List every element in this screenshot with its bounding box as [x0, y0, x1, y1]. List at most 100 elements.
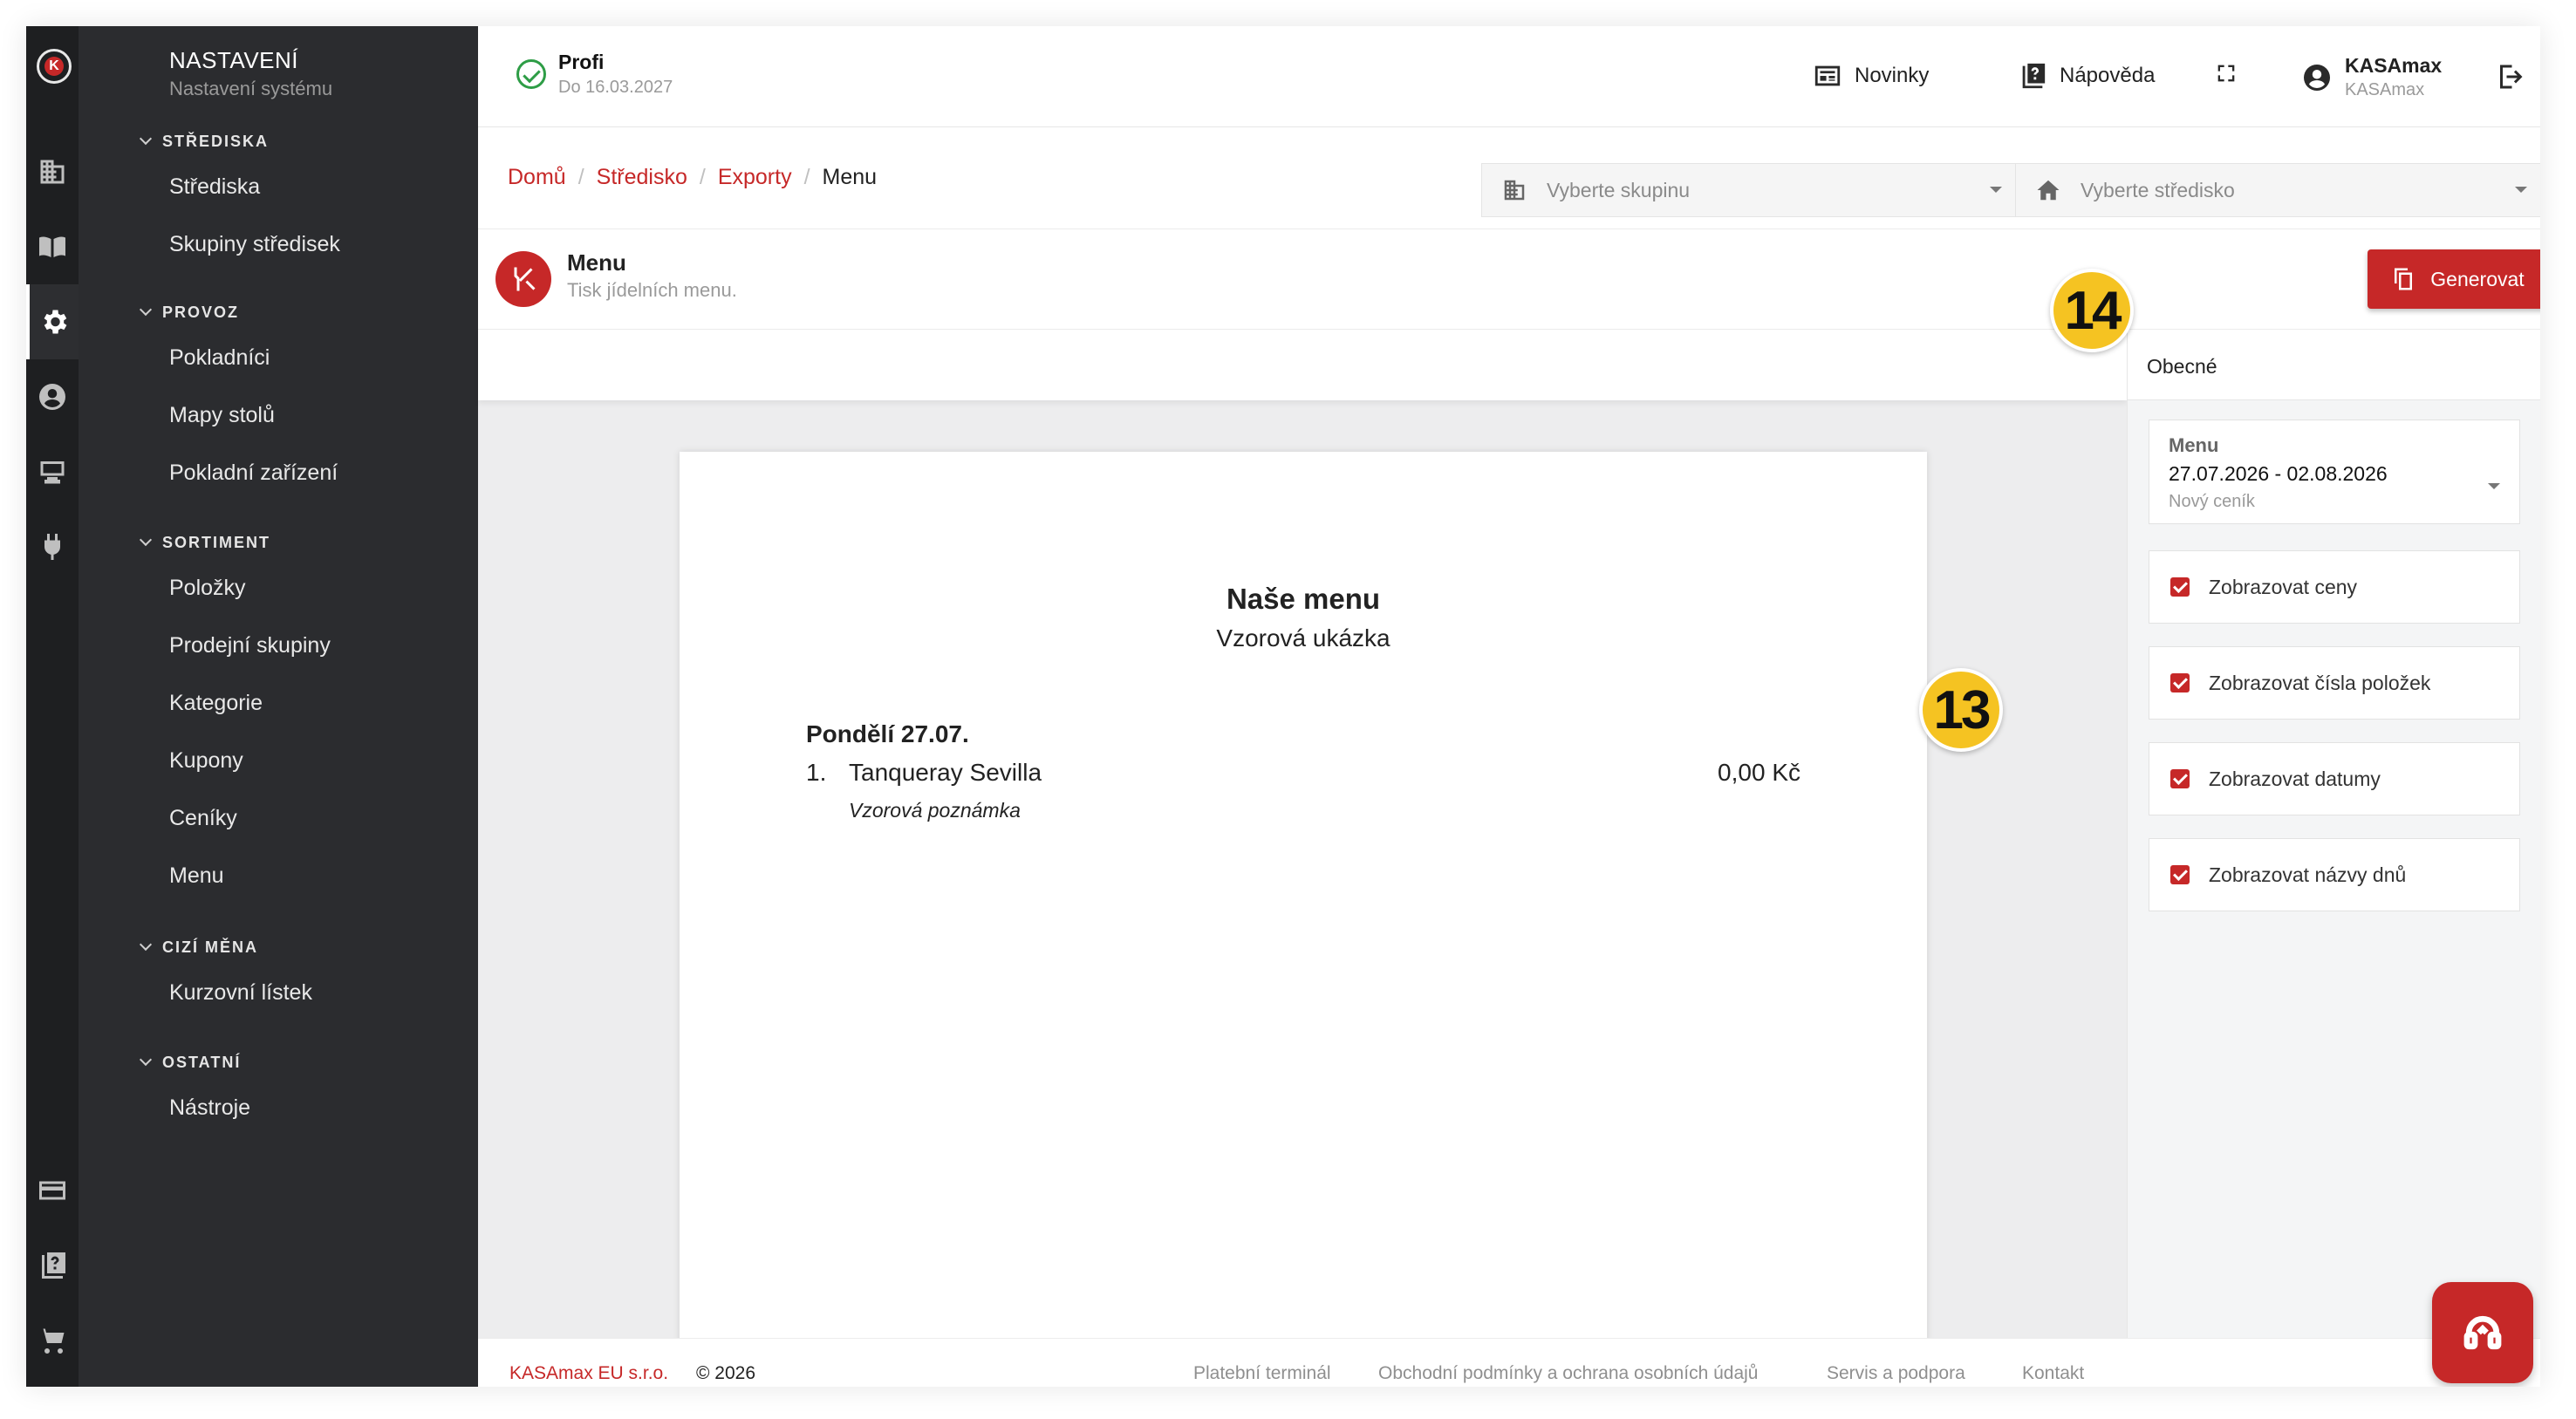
- annotation-badge-14: 14: [2050, 269, 2134, 352]
- rail-pos-terminal-icon[interactable]: [26, 434, 79, 509]
- rail-user-circle-icon[interactable]: [26, 359, 79, 434]
- help-book-icon: [2022, 63, 2046, 89]
- menu-select-pricelist: Nový ceník: [2169, 492, 2255, 511]
- chevron-down-icon: [2488, 483, 2500, 489]
- user-circle-icon: [2304, 64, 2330, 91]
- kasamax-logo[interactable]: K: [37, 49, 72, 84]
- breadcrumb-exporty[interactable]: Exporty: [718, 165, 792, 190]
- breadcrumb-home[interactable]: Domů: [508, 165, 566, 190]
- main-content: Profi Do 16.03.2027 Novinky Nápověda KAS…: [478, 26, 2540, 1387]
- license-plan: Profi Do 16.03.2027: [516, 51, 673, 98]
- sidebar-item-menu[interactable]: Menu: [169, 863, 224, 889]
- check-circle-icon: [516, 59, 546, 89]
- breadcrumb: Domů / Středisko / Exporty / Menu: [508, 165, 878, 190]
- rail-help-book-icon[interactable]: [26, 1228, 79, 1303]
- logout-icon: [2500, 65, 2523, 89]
- sidebar-item-kategorie[interactable]: Kategorie: [169, 691, 263, 716]
- rail-plug-icon[interactable]: [26, 509, 79, 584]
- preview-area: Naše menu Vzorová ukázka Pondělí 27.07. …: [478, 331, 2127, 1350]
- icon-rail: K: [26, 26, 79, 1387]
- preview-item-name: Tanqueray Sevilla: [849, 759, 1042, 786]
- news-button[interactable]: Novinky: [1813, 61, 1929, 91]
- checkbox-checked-icon[interactable]: [2170, 577, 2190, 597]
- page-subtitle: Tisk jídelních menu.: [567, 279, 737, 301]
- sidebar-item-strediska[interactable]: Střediska: [169, 174, 260, 200]
- menu-select-label: Menu: [2169, 434, 2219, 456]
- plan-valid: Do 16.03.2027: [558, 78, 673, 97]
- checkbox-label: Zobrazovat datumy: [2209, 767, 2381, 790]
- sidebar-item-prodejni-skupiny[interactable]: Prodejní skupiny: [169, 633, 331, 658]
- sidebar-item-pokladni-zarizeni[interactable]: Pokladní zařízení: [169, 460, 338, 486]
- chevron-down-icon: [2515, 187, 2527, 193]
- breadcrumb-stredisko[interactable]: Středisko: [597, 165, 687, 190]
- section-provoz[interactable]: PROVOZ: [141, 304, 239, 322]
- checkbox-show-item-numbers[interactable]: Zobrazovat čísla položek: [2149, 646, 2520, 720]
- section-ostatni[interactable]: OSTATNÍ: [141, 1054, 241, 1072]
- copy-icon: [2395, 268, 2413, 290]
- menu-select[interactable]: Menu 27.07.2026 - 02.08.2026 Nový ceník: [2149, 420, 2520, 524]
- breadcrumb-bar: Domů / Středisko / Exporty / Menu Vybert…: [478, 128, 2540, 229]
- menu-preview-page: Naše menu Vzorová ukázka Pondělí 27.07. …: [680, 452, 1927, 1350]
- user-name: KASAmax: [2345, 54, 2443, 77]
- preview-toolbar: [478, 331, 2127, 400]
- checkbox-label: Zobrazovat ceny: [2209, 575, 2358, 598]
- cutlery-icon: [495, 251, 551, 307]
- tab-general[interactable]: Obecné: [2128, 331, 2540, 400]
- section-cizi-mena[interactable]: CIZÍ MĚNA: [141, 938, 258, 957]
- sidebar-item-polozky[interactable]: Položky: [169, 576, 246, 601]
- building-icon: [1504, 180, 1525, 201]
- tab-general-label: Obecné: [2147, 355, 2217, 378]
- group-select[interactable]: Vyberte skupinu: [1481, 163, 2022, 217]
- preview-item-price: 0,00 Kč: [1718, 759, 1800, 786]
- checkbox-checked-icon[interactable]: [2170, 769, 2190, 788]
- breadcrumb-current: Menu: [822, 165, 878, 189]
- sidebar-header: NASTAVENÍ Nastavení systému: [169, 47, 332, 100]
- section-sortiment[interactable]: SORTIMENT: [141, 534, 270, 552]
- checkbox-show-day-names[interactable]: Zobrazovat názvy dnů: [2149, 838, 2520, 911]
- center-select-placeholder: Vyberte středisko: [2081, 178, 2235, 201]
- footer-link-support[interactable]: Servis a podpora: [1827, 1363, 1965, 1384]
- sidebar-item-mapy-stolu[interactable]: Mapy stolů: [169, 403, 275, 428]
- user-company: KASAmax: [2345, 80, 2425, 99]
- footer-copyright: © 2026: [696, 1363, 756, 1383]
- sidebar-item-kupony[interactable]: Kupony: [169, 748, 243, 774]
- fullscreen-button[interactable]: [2214, 61, 2251, 85]
- generate-label: Generovat: [2430, 267, 2525, 290]
- help-label: Nápověda: [2060, 64, 2156, 87]
- settings-panel: Obecné Menu 27.07.2026 - 02.08.2026 Nový…: [2127, 331, 2540, 1338]
- help-button[interactable]: Nápověda: [2018, 61, 2155, 91]
- sidebar-item-skupiny-stredisek[interactable]: Skupiny středisek: [169, 232, 340, 257]
- footer-link-payment-terminal[interactable]: Platební terminál: [1193, 1363, 1331, 1384]
- center-select[interactable]: Vyberte středisko: [2015, 163, 2540, 217]
- menu-select-value: 27.07.2026 - 02.08.2026: [2169, 462, 2388, 485]
- fullscreen-icon: [2217, 65, 2235, 82]
- rail-gear-icon[interactable]: [26, 284, 79, 359]
- checkbox-show-dates[interactable]: Zobrazovat datumy: [2149, 742, 2520, 815]
- plan-name: Profi: [558, 51, 605, 73]
- sidebar-item-kurzovni-listek[interactable]: Kurzovní lístek: [169, 980, 312, 1006]
- rail-building-icon[interactable]: [26, 134, 79, 209]
- rail-cart-icon[interactable]: [26, 1303, 79, 1378]
- footer-link-contact[interactable]: Kontakt: [2022, 1363, 2084, 1384]
- logout-button[interactable]: [2495, 61, 2526, 97]
- user-menu[interactable]: KASAmax KASAmax: [2301, 54, 2442, 100]
- news-label: Novinky: [1855, 64, 1930, 87]
- checkbox-show-prices[interactable]: Zobrazovat ceny: [2149, 550, 2520, 624]
- support-chat-button[interactable]: [2432, 1282, 2533, 1383]
- footer-company-link[interactable]: KASAmax EU s.r.o.: [509, 1363, 668, 1384]
- sidebar-item-nastroje[interactable]: Nástroje: [169, 1095, 250, 1121]
- preview-title: Naše menu: [1226, 583, 1381, 615]
- section-strediska[interactable]: STŘEDISKA: [141, 133, 269, 151]
- app-window: K NASTAVENÍ Nastavení systému STŘEDISKA …: [26, 26, 2540, 1387]
- preview-day: Pondělí 27.07.: [806, 720, 969, 747]
- checkbox-checked-icon[interactable]: [2170, 673, 2190, 692]
- headset-icon: [2463, 1315, 2502, 1350]
- sidebar-item-ceniky[interactable]: Ceníky: [169, 806, 237, 831]
- rail-book-icon[interactable]: [26, 209, 79, 284]
- rail-credit-card-icon[interactable]: [26, 1153, 79, 1228]
- checkbox-checked-icon[interactable]: [2170, 865, 2190, 884]
- page-title: Menu: [567, 249, 626, 276]
- footer-link-terms[interactable]: Obchodní podmínky a ochrana osobních úda…: [1378, 1363, 1758, 1384]
- generate-button[interactable]: Generovat: [2368, 249, 2540, 309]
- sidebar-item-pokladnici[interactable]: Pokladníci: [169, 345, 270, 371]
